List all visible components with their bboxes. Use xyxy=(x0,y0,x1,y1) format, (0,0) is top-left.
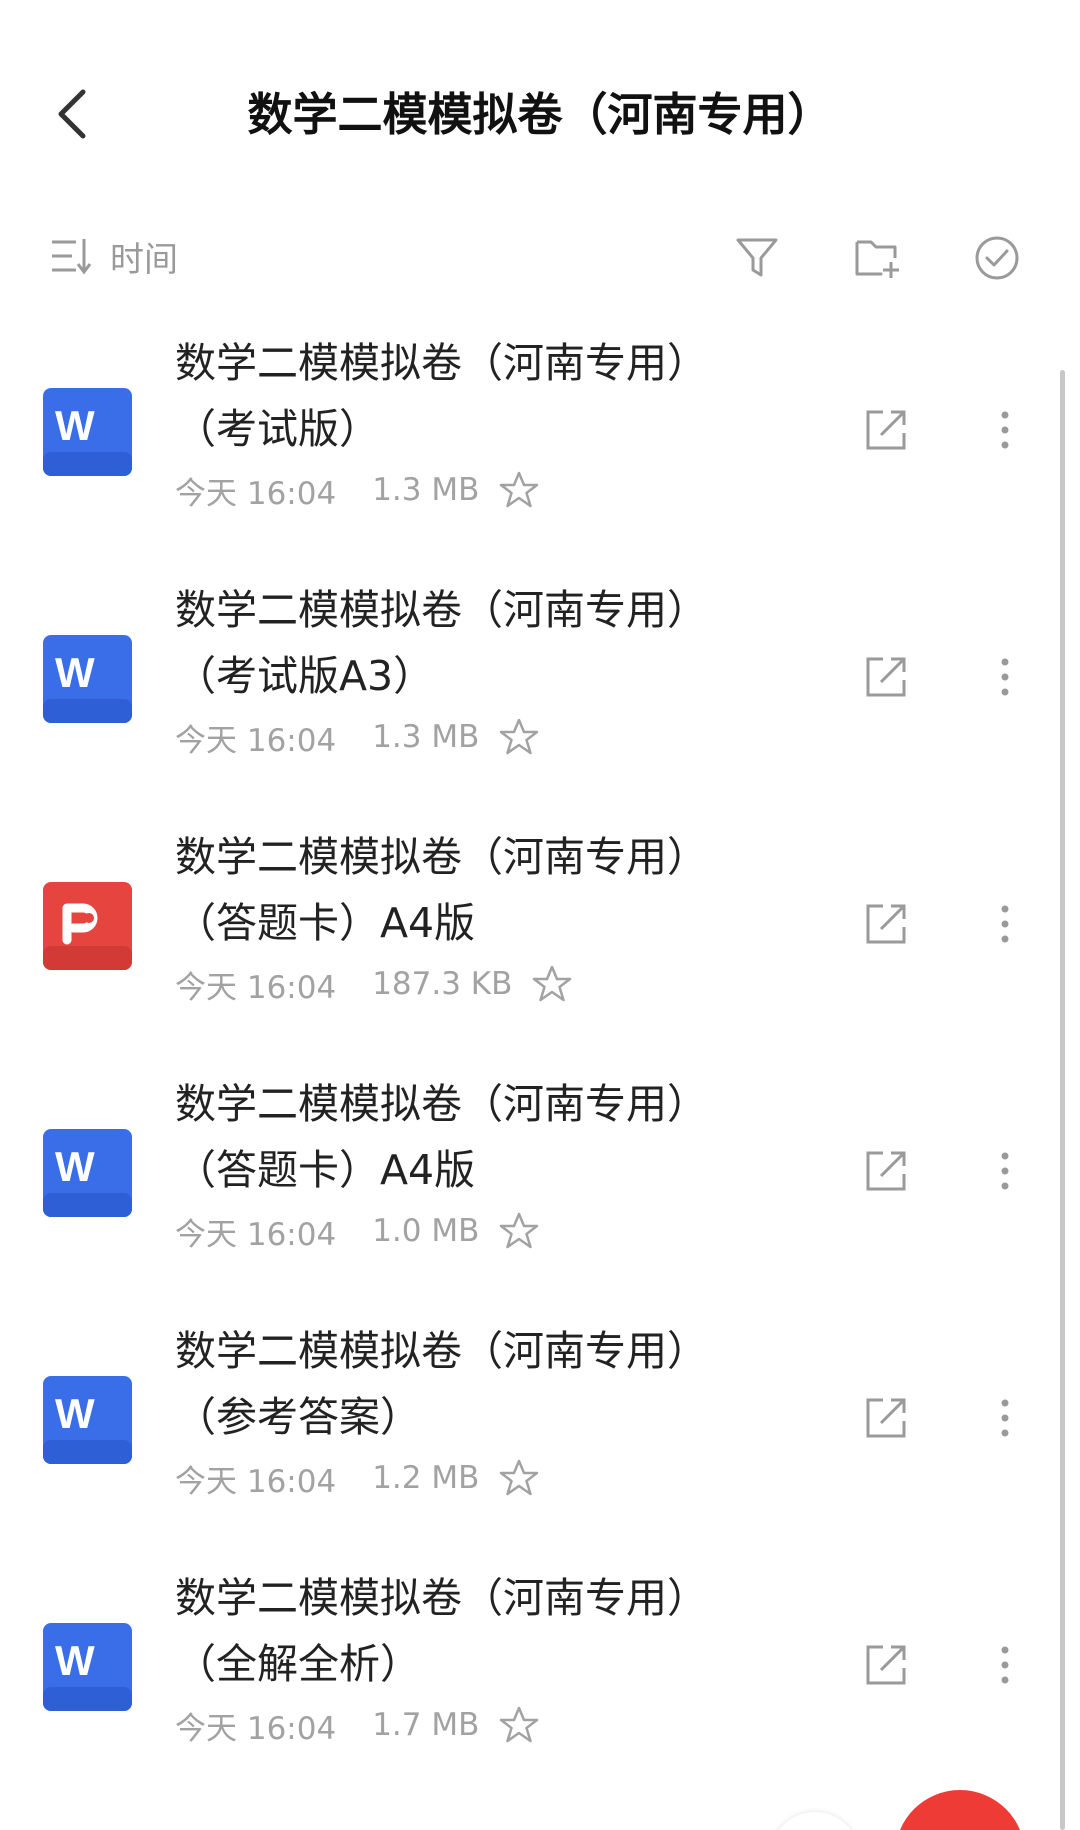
svg-text:W: W xyxy=(55,1143,95,1190)
file-list: W 数学二模模拟卷（河南专用） （考试版） 今天 16:04 1.3 MB W … xyxy=(0,330,1060,1812)
toolbar: 时间 xyxy=(0,220,1080,290)
svg-text:W: W xyxy=(55,1637,95,1684)
file-name: 数学二模模拟卷（河南专用） （参考答案） xyxy=(175,1327,708,1441)
more-vertical-icon xyxy=(1001,1646,1009,1684)
svg-text:W: W xyxy=(55,649,95,696)
share-button[interactable] xyxy=(858,1143,914,1199)
svg-text:W: W xyxy=(55,402,95,449)
star-button[interactable] xyxy=(530,962,574,1006)
star-icon xyxy=(500,471,539,508)
file-name: 数学二模模拟卷（河南专用） （考试版A3） xyxy=(175,586,708,700)
svg-text:W: W xyxy=(55,1390,95,1437)
star-button[interactable] xyxy=(497,468,541,512)
share-icon xyxy=(866,1151,906,1191)
star-icon xyxy=(500,718,539,755)
new-folder-button[interactable] xyxy=(849,230,905,286)
file-name: 数学二模模拟卷（河南专用） （答题卡）A4版 xyxy=(175,1080,708,1194)
back-button[interactable] xyxy=(44,82,100,146)
star-icon xyxy=(533,965,572,1002)
file-date: 今天 16:04 xyxy=(175,475,337,512)
sort-label: 时间 xyxy=(110,239,178,280)
file-date: 今天 16:04 xyxy=(175,722,337,759)
file-meta: 今天 16:04 1.0 MB xyxy=(175,1206,541,1256)
word-file-icon: W xyxy=(43,1129,132,1217)
file-name: 数学二模模拟卷（河南专用） （答题卡）A4版 xyxy=(175,833,708,947)
file-meta: 今天 16:04 1.3 MB xyxy=(175,465,541,515)
share-icon xyxy=(866,1398,906,1438)
file-date: 今天 16:04 xyxy=(175,969,337,1006)
list-item[interactable]: W 数学二模模拟卷（河南专用） （全解全析） 今天 16:04 1.7 MB xyxy=(0,1565,1060,1812)
word-file-icon: W xyxy=(43,1376,132,1464)
filter-icon xyxy=(736,238,778,277)
share-button[interactable] xyxy=(858,896,914,952)
file-meta: 今天 16:04 1.3 MB xyxy=(175,712,541,762)
share-icon xyxy=(866,904,906,944)
share-icon xyxy=(866,1645,906,1685)
file-name: 数学二模模拟卷（河南专用） （考试版） xyxy=(175,339,708,453)
file-meta: 今天 16:04 1.7 MB xyxy=(175,1700,541,1750)
file-name: 数学二模模拟卷（河南专用） （全解全析） xyxy=(175,1574,708,1688)
more-button[interactable] xyxy=(985,649,1025,705)
file-size: 1.2 MB xyxy=(372,1460,480,1496)
header: 数学二模模拟卷（河南专用） xyxy=(0,0,1080,230)
sort-button[interactable]: 时间 xyxy=(50,232,178,280)
scrollbar[interactable] xyxy=(1060,370,1065,1830)
share-button[interactable] xyxy=(858,1390,914,1446)
sort-icon xyxy=(52,239,92,275)
pdf-file-icon xyxy=(43,882,132,970)
list-item[interactable]: W 数学二模模拟卷（河南专用） （考试版A3） 今天 16:04 1.3 MB xyxy=(0,577,1060,824)
share-icon xyxy=(866,410,906,450)
more-button[interactable] xyxy=(985,402,1025,458)
file-size: 187.3 KB xyxy=(372,966,513,1002)
list-item[interactable]: W 数学二模模拟卷（河南专用） （答题卡）A4版 今天 16:04 1.0 MB xyxy=(0,1071,1060,1318)
star-icon xyxy=(500,1212,539,1249)
check-circle-icon xyxy=(975,236,1019,280)
file-date: 今天 16:04 xyxy=(175,1710,337,1747)
star-button[interactable] xyxy=(497,1456,541,1500)
file-date: 今天 16:04 xyxy=(175,1463,337,1500)
share-button[interactable] xyxy=(858,649,914,705)
chevron-left-icon xyxy=(58,89,86,139)
list-item[interactable]: 数学二模模拟卷（河南专用） （答题卡）A4版 今天 16:04 187.3 KB xyxy=(0,824,1060,1071)
file-meta: 今天 16:04 187.3 KB xyxy=(175,959,574,1009)
share-button[interactable] xyxy=(858,1637,914,1693)
more-vertical-icon xyxy=(1001,1399,1009,1437)
list-item[interactable]: W 数学二模模拟卷（河南专用） （参考答案） 今天 16:04 1.2 MB xyxy=(0,1318,1060,1565)
star-icon xyxy=(500,1459,539,1496)
file-size: 1.0 MB xyxy=(372,1213,480,1249)
star-button[interactable] xyxy=(497,715,541,759)
more-button[interactable] xyxy=(985,1637,1025,1693)
more-vertical-icon xyxy=(1001,411,1009,449)
file-size: 1.3 MB xyxy=(372,719,480,755)
more-vertical-icon xyxy=(1001,658,1009,696)
more-button[interactable] xyxy=(985,1390,1025,1446)
file-date: 今天 16:04 xyxy=(175,1216,337,1253)
folder-add-icon xyxy=(855,240,899,278)
file-meta: 今天 16:04 1.2 MB xyxy=(175,1453,541,1503)
filter-button[interactable] xyxy=(729,230,785,286)
star-icon xyxy=(500,1706,539,1743)
secondary-action-button[interactable] xyxy=(770,1812,860,1830)
share-button[interactable] xyxy=(858,402,914,458)
file-size: 1.7 MB xyxy=(372,1707,480,1743)
word-file-icon: W xyxy=(43,635,132,723)
more-button[interactable] xyxy=(985,896,1025,952)
star-button[interactable] xyxy=(497,1703,541,1747)
star-button[interactable] xyxy=(497,1209,541,1253)
word-file-icon: W xyxy=(43,388,132,476)
more-vertical-icon xyxy=(1001,905,1009,943)
more-button[interactable] xyxy=(985,1143,1025,1199)
list-item[interactable]: W 数学二模模拟卷（河南专用） （考试版） 今天 16:04 1.3 MB xyxy=(0,330,1060,577)
page-title: 数学二模模拟卷（河南专用） xyxy=(247,88,833,141)
select-button[interactable] xyxy=(969,230,1025,286)
share-icon xyxy=(866,657,906,697)
more-vertical-icon xyxy=(1001,1152,1009,1190)
file-size: 1.3 MB xyxy=(372,472,480,508)
word-file-icon: W xyxy=(43,1623,132,1711)
